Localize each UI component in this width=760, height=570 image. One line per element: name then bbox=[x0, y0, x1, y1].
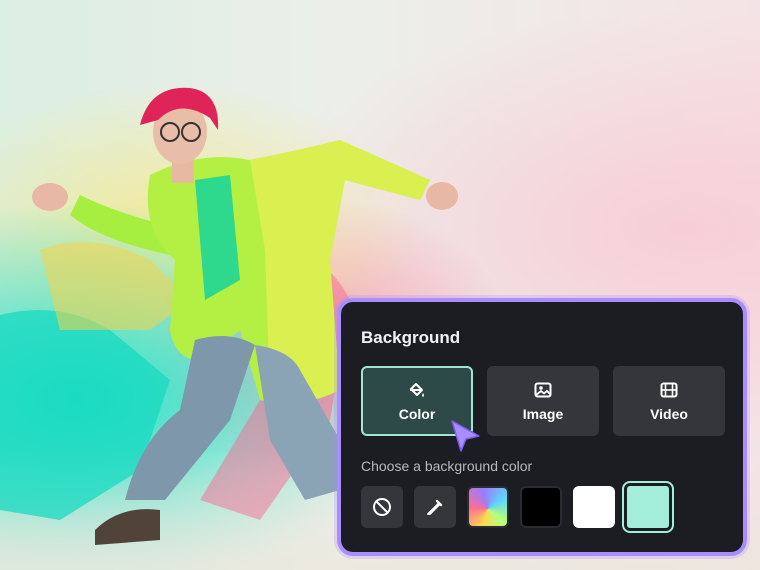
tab-video-label: Video bbox=[650, 406, 688, 422]
background-panel: Background Color Image Video Choose a ba… bbox=[337, 298, 747, 556]
swatch-black[interactable] bbox=[520, 486, 562, 528]
swatch-eyedropper[interactable] bbox=[414, 486, 456, 528]
tab-video[interactable]: Video bbox=[613, 366, 725, 436]
swatch-mint-selected[interactable] bbox=[624, 483, 672, 531]
swatch-no-color[interactable] bbox=[361, 486, 403, 528]
pointer-cursor-icon bbox=[451, 420, 480, 452]
eyedropper-icon bbox=[427, 499, 443, 515]
panel-subtitle: Choose a background color bbox=[361, 458, 533, 474]
image-icon bbox=[534, 382, 552, 398]
tab-image[interactable]: Image bbox=[487, 366, 599, 436]
panel-title: Background bbox=[361, 328, 461, 347]
paint-bucket-icon bbox=[410, 383, 424, 397]
swatch-gradient[interactable] bbox=[467, 486, 509, 528]
tab-color-label: Color bbox=[398, 406, 436, 422]
no-color-icon bbox=[373, 498, 391, 516]
swatch-white[interactable] bbox=[573, 486, 615, 528]
film-icon bbox=[660, 382, 678, 398]
tab-image-label: Image bbox=[522, 406, 564, 422]
